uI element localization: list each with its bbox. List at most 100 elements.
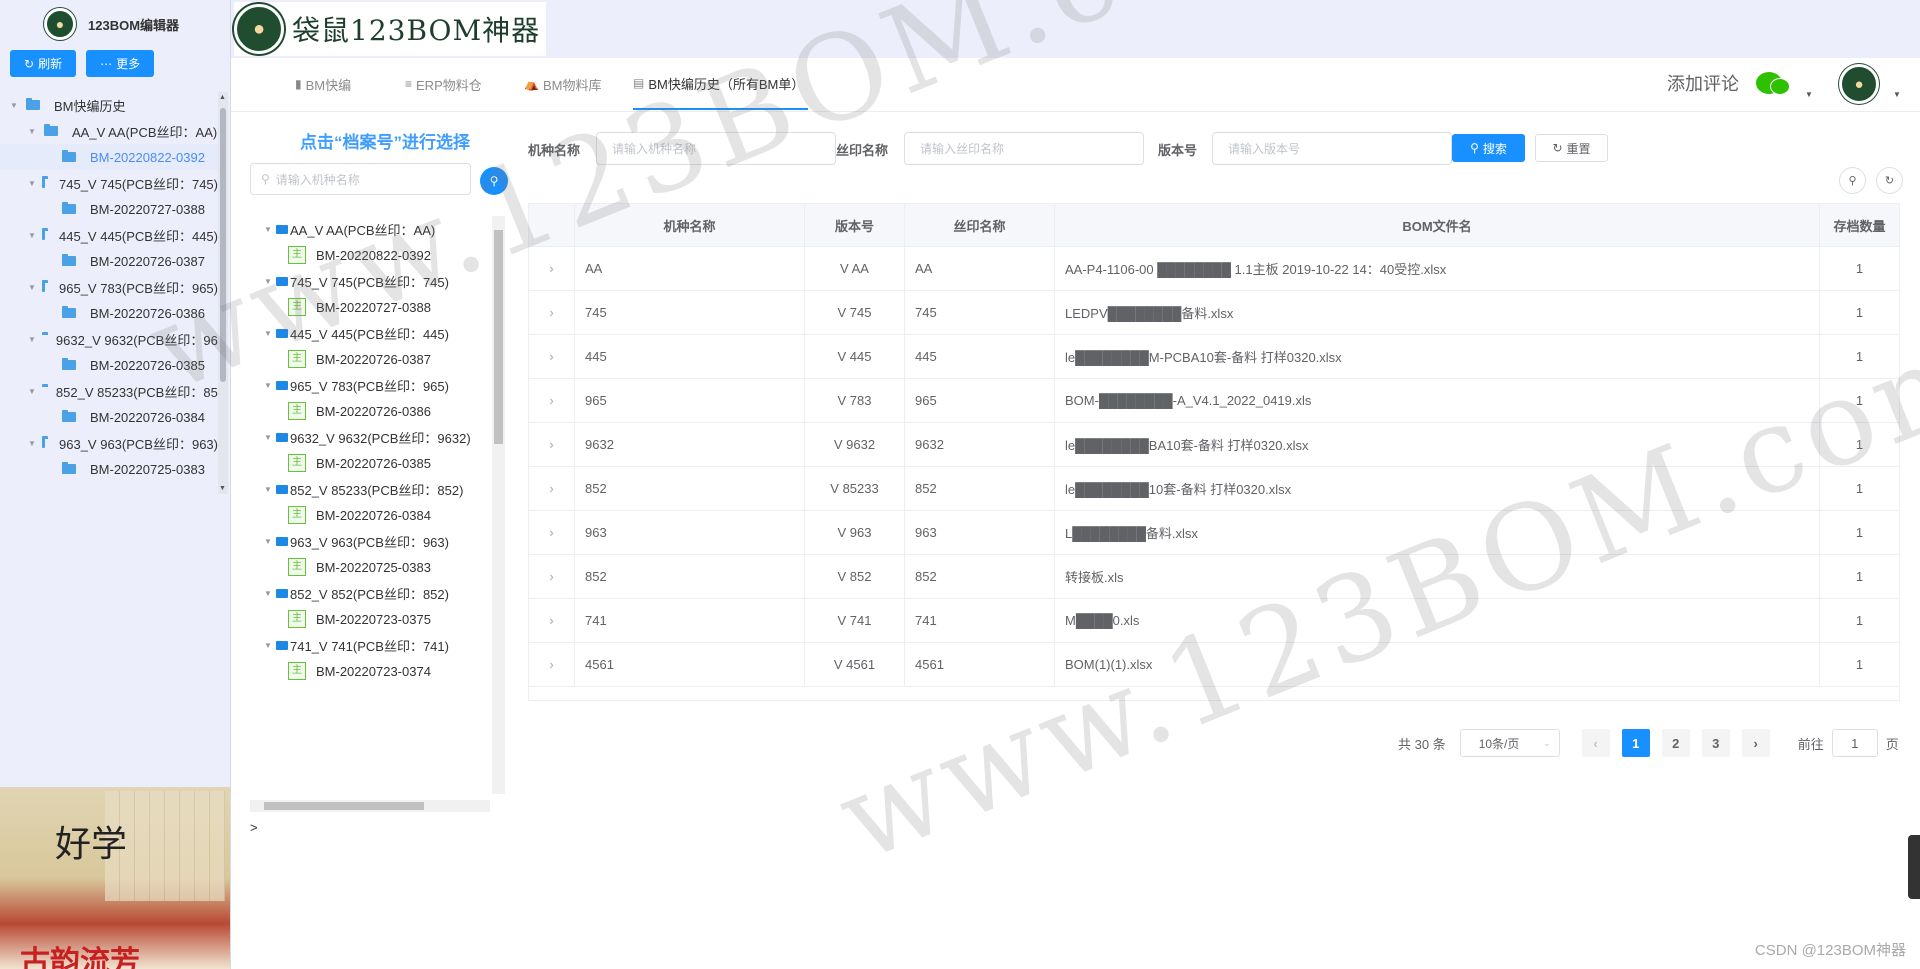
- caret-down-icon[interactable]: ▼: [264, 329, 274, 338]
- chevron-right-icon[interactable]: ›: [528, 467, 575, 510]
- prev-page-button[interactable]: ‹: [1581, 729, 1610, 757]
- caret-down-icon[interactable]: ▼: [10, 101, 20, 110]
- tree-leaf-item[interactable]: BM-20220726-0386: [0, 300, 218, 326]
- tree-folder-item[interactable]: ▼ 445_V 445(PCB丝印：445): [250, 320, 490, 346]
- caret-down-icon[interactable]: ▼: [28, 439, 36, 448]
- tab-bm-history[interactable]: ▤ BM快编历史（所有BM单）: [633, 58, 809, 110]
- page-size-select[interactable]: 10条/页 ⌄: [1459, 729, 1560, 757]
- more-button[interactable]: ⋯ 更多: [86, 50, 155, 77]
- tree-folder-item[interactable]: ▼ 445_V 445(PCB丝印：445): [0, 222, 218, 248]
- chevron-right-icon[interactable]: ›: [528, 379, 575, 422]
- tab-bm-quick-edit[interactable]: ▮ BM快编: [295, 58, 351, 110]
- table-row[interactable]: › 963 V 963 963 L████████备料.xlsx 1: [528, 511, 1900, 555]
- caret-down-icon[interactable]: ▼: [264, 589, 274, 598]
- chevron-right-icon[interactable]: ›: [528, 247, 575, 290]
- column-header-count[interactable]: 存档数量: [1820, 204, 1900, 246]
- tree-folder-item[interactable]: ▼ 963_V 963(PCB丝印：963): [250, 528, 490, 554]
- tree-folder-item[interactable]: ▼ 852_V 852(PCB丝印：852): [250, 580, 490, 606]
- search-button[interactable]: ⚲ 搜索: [1452, 134, 1525, 162]
- tree-folder-item[interactable]: ▼ 965_V 783(PCB丝印：965): [250, 372, 490, 398]
- chevron-right-icon[interactable]: ›: [528, 335, 575, 378]
- tab-bm-material-library[interactable]: ⛺ BM物料库: [524, 58, 601, 110]
- tree-leaf-item[interactable]: BM-20220822-0392: [0, 144, 218, 170]
- tree-leaf-item[interactable]: 主 BM-20220723-0374: [250, 658, 490, 684]
- chevron-down-icon[interactable]: ▼: [1893, 90, 1901, 99]
- tree-leaf-item[interactable]: BM-20220727-0388: [0, 196, 218, 222]
- silk-name-input[interactable]: 请输入丝印名称: [904, 132, 1144, 165]
- side-widget-handle[interactable]: [1908, 835, 1920, 899]
- table-row[interactable]: › 4561 V 4561 4561 BOM(1)(1).xlsx 1: [528, 643, 1900, 687]
- reset-button[interactable]: ↻ 重置: [1535, 134, 1608, 162]
- caret-down-icon[interactable]: ▼: [264, 485, 274, 494]
- tree-folder-item[interactable]: ▼ BM快编历史: [0, 92, 218, 118]
- chevron-right-icon[interactable]: ›: [528, 599, 575, 642]
- caret-down-icon[interactable]: ▼: [264, 433, 274, 442]
- tree-folder-item[interactable]: ▼ 965_V 783(PCB丝印：965): [0, 274, 218, 300]
- caret-down-icon[interactable]: ▼: [28, 387, 36, 396]
- wechat-icon[interactable]: [1756, 68, 1796, 98]
- tree-leaf-item[interactable]: 主 BM-20220727-0388: [250, 294, 490, 320]
- tree-folder-item[interactable]: ▼ 852_V 85233(PCB丝印：852): [250, 476, 490, 502]
- caret-down-icon[interactable]: ▼: [264, 641, 274, 650]
- version-input[interactable]: 请输入版本号: [1212, 132, 1452, 165]
- caret-down-icon[interactable]: ▼: [28, 231, 36, 240]
- sidebar-scrollbar[interactable]: ▲ ▼: [218, 92, 228, 494]
- tree-leaf-item[interactable]: 主 BM-20220726-0384: [250, 502, 490, 528]
- tab-erp-warehouse[interactable]: ≡ ERP物料仓: [405, 58, 482, 110]
- table-row[interactable]: › 741 V 741 741 M████0.xls 1: [528, 599, 1900, 643]
- tree-folder-item[interactable]: ▼ 745_V 745(PCB丝印：745): [0, 170, 218, 196]
- column-header-bom-file[interactable]: BOM文件名: [1055, 204, 1820, 246]
- column-header-silk[interactable]: 丝印名称: [905, 204, 1055, 246]
- caret-down-icon[interactable]: ▼: [264, 225, 274, 234]
- table-row[interactable]: › 445 V 445 445 le████████M-PCBA10套-备料 打样032…: [528, 335, 1900, 379]
- caret-down-icon[interactable]: ▼: [28, 179, 36, 188]
- tree-leaf-item[interactable]: 主 BM-20220726-0386: [250, 398, 490, 424]
- caret-down-icon[interactable]: ▼: [264, 537, 274, 546]
- table-row[interactable]: › 965 V 783 965 BOM-████████-A_V4.1_2022_041…: [528, 379, 1900, 423]
- page-2-button[interactable]: 2: [1661, 729, 1690, 757]
- promo-banner[interactable]: 好学 古韵流芳: [0, 787, 230, 969]
- scroll-down-icon[interactable]: ▼: [219, 485, 226, 492]
- toggle-search-button[interactable]: ⚲: [1839, 167, 1866, 194]
- tree-folder-item[interactable]: ▼ 745_V 745(PCB丝印：745): [250, 268, 490, 294]
- column-header-version[interactable]: 版本号: [805, 204, 905, 246]
- table-row[interactable]: › 9632 V 9632 9632 le████████BA10套-备料 打样0320…: [528, 423, 1900, 467]
- tree-folder-item[interactable]: ▼ 741_V 741(PCB丝印：741): [250, 632, 490, 658]
- scroll-up-icon[interactable]: ▲: [219, 94, 226, 101]
- tree-search-button[interactable]: ⚲: [480, 167, 508, 195]
- tree-leaf-item[interactable]: 主 BM-20220822-0392: [250, 242, 490, 268]
- avatar[interactable]: ●: [1839, 64, 1879, 104]
- tree-leaf-item[interactable]: BM-20220726-0387: [0, 248, 218, 274]
- tree-leaf-item[interactable]: 主 BM-20220723-0375: [250, 606, 490, 632]
- caret-down-icon[interactable]: ▼: [28, 283, 36, 292]
- tree-horizontal-scrollbar[interactable]: [250, 800, 490, 812]
- chevron-down-icon[interactable]: ▼: [1805, 90, 1813, 99]
- tree-leaf-item[interactable]: BM-20220726-0384: [0, 404, 218, 430]
- add-comment-link[interactable]: 添加评论: [1667, 70, 1739, 96]
- model-name-input[interactable]: 请输入机种名称: [596, 132, 836, 165]
- table-row[interactable]: › 852 V 85233 852 le████████10套-备料 打样0320.xl…: [528, 467, 1900, 511]
- caret-down-icon[interactable]: ▼: [264, 277, 274, 286]
- sidebar-scroll-thumb[interactable]: [220, 108, 226, 382]
- tree-folder-item[interactable]: ▼ 852_V 85233(PCB丝印：852): [0, 378, 218, 404]
- chevron-right-icon[interactable]: ›: [528, 643, 575, 686]
- next-page-button[interactable]: ›: [1741, 729, 1770, 757]
- caret-down-icon[interactable]: ▼: [264, 381, 274, 390]
- table-row[interactable]: › 745 V 745 745 LEDPV████████备料.xlsx 1: [528, 291, 1900, 335]
- tree-folder-item[interactable]: ▼ 963_V 963(PCB丝印：963): [0, 430, 218, 456]
- table-row[interactable]: › AA V AA AA AA-P4-1106-00 ████████ 1.1主板 20…: [528, 247, 1900, 291]
- tree-folder-item[interactable]: ▼9632_V 9632(PCB丝印：9632): [0, 326, 218, 352]
- chevron-right-icon[interactable]: ›: [528, 555, 575, 598]
- table-row[interactable]: › 852 V 852 852 转接板.xls 1: [528, 555, 1900, 599]
- tree-search-input[interactable]: ⚲ 请输入机种名称: [250, 163, 471, 195]
- tree-folder-item[interactable]: ▼9632_V 9632(PCB丝印：9632): [250, 424, 490, 450]
- tree-folder-item[interactable]: ▼ AA_V AA(PCB丝印：AA): [0, 118, 218, 144]
- refresh-table-button[interactable]: ↻: [1876, 167, 1903, 194]
- tree-leaf-item[interactable]: 主 BM-20220726-0385: [250, 450, 490, 476]
- caret-down-icon[interactable]: ▼: [28, 127, 38, 136]
- page-1-button[interactable]: 1: [1621, 729, 1650, 757]
- tree-scroll-thumb[interactable]: [494, 230, 503, 444]
- chevron-right-icon[interactable]: ›: [528, 423, 575, 466]
- tree-leaf-item[interactable]: 主 BM-20220726-0387: [250, 346, 490, 372]
- tree-leaf-item[interactable]: BM-20220725-0383: [0, 456, 218, 482]
